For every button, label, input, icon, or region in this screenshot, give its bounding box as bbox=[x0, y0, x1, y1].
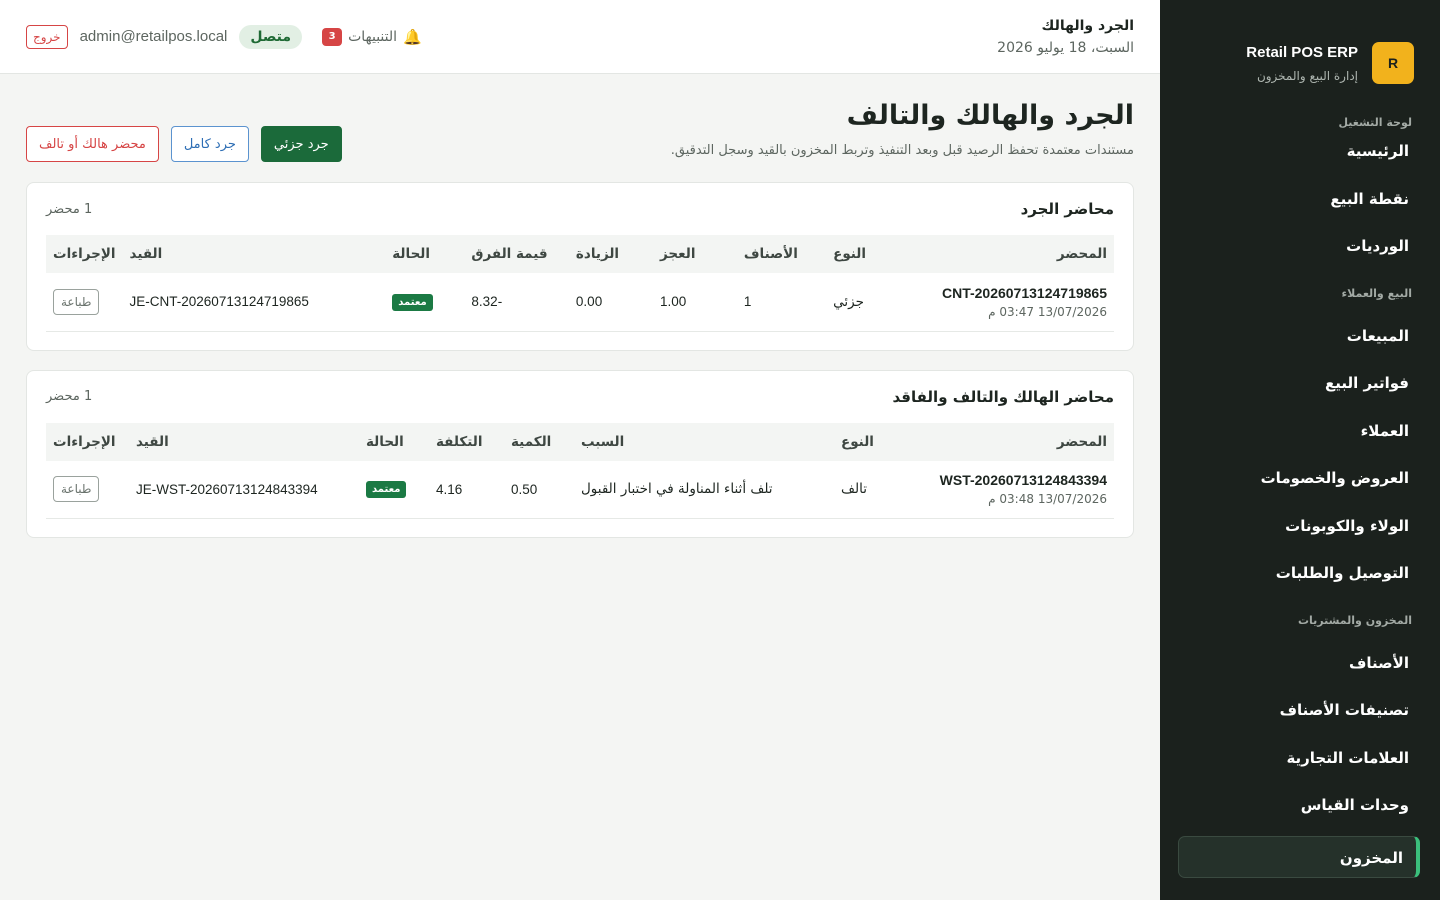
sidebar-item-delivery[interactable]: التوصيل والطلبات bbox=[1160, 550, 1440, 598]
stock-counts-table: المحضر النوع الأصناف العجز الزيادة قيمة … bbox=[46, 235, 1114, 332]
table-row: CNT-20260713124719865 13/07/2026 03:47 م… bbox=[46, 273, 1114, 332]
column-header: الإجراءات bbox=[53, 246, 116, 262]
record-cost: 4.16 bbox=[429, 460, 504, 519]
main-content: الجرد والهالك السبت، 18 يوليو 2026 🔔 الت… bbox=[0, 0, 1160, 900]
topbar-date: السبت، 18 يوليو 2026 bbox=[997, 39, 1134, 56]
waste-records-table: المحضر النوع السبب الكمية التكلفة الحالة… bbox=[46, 422, 1114, 519]
brand: R Retail POS ERP إدارة البيع والمخزون bbox=[1160, 0, 1440, 96]
record-reason: تلف أثناء المناولة في اختبار القبول bbox=[574, 460, 834, 519]
sidebar-item-shifts[interactable]: الورديات bbox=[1160, 223, 1440, 271]
print-button[interactable]: طباعة bbox=[53, 476, 100, 503]
column-header: التكلفة bbox=[436, 433, 483, 450]
column-header: الزيادة bbox=[575, 246, 620, 262]
column-header: القيد bbox=[136, 433, 169, 450]
column-header: السبب bbox=[581, 433, 625, 450]
column-header: النوع bbox=[841, 433, 874, 450]
notifications-label: التنبيهات bbox=[348, 28, 398, 45]
column-header: القيد bbox=[129, 246, 163, 262]
waste-report-button[interactable]: محضر هالك أو تالف bbox=[26, 126, 159, 162]
nav-section-title: لوحة التشغيل bbox=[1338, 116, 1412, 129]
record-count: 1 محضر bbox=[46, 389, 93, 404]
sidebar: R Retail POS ERP إدارة البيع والمخزون لو… bbox=[1160, 0, 1440, 900]
page-header: الجرد والهالك والتالف مستندات معتمدة تحف… bbox=[0, 74, 1160, 182]
sidebar-item-customers[interactable]: العملاء bbox=[1160, 408, 1440, 456]
record-type: جزئي bbox=[826, 273, 896, 332]
table-header-row: المحضر النوع الأصناف العجز الزيادة قيمة … bbox=[46, 235, 1114, 273]
column-header: المحضر bbox=[1056, 433, 1107, 450]
sidebar-item-loyalty[interactable]: الولاء والكوبونات bbox=[1160, 503, 1440, 551]
sidebar-item-inventory[interactable]: المخزون bbox=[1178, 835, 1420, 878]
bell-icon: 🔔 bbox=[403, 27, 422, 46]
record-ref: WST-20260713124843394 bbox=[939, 472, 1107, 489]
sidebar-item-home[interactable]: الرئيسية bbox=[1160, 128, 1440, 176]
brand-name: Retail POS ERP bbox=[1246, 43, 1358, 61]
record-ref: CNT-20260713124719865 bbox=[941, 284, 1107, 301]
page-description: مستندات معتمدة تحفظ الرصيد قبل وبعد التن… bbox=[670, 143, 1134, 158]
sidebar-item-sales[interactable]: المبيعات bbox=[1160, 313, 1440, 361]
status-badge: معتمد bbox=[366, 481, 407, 499]
brand-logo: R bbox=[1372, 42, 1414, 84]
partial-count-button[interactable]: جرد جزئي bbox=[260, 126, 342, 162]
connection-status-badge: متصل bbox=[239, 24, 303, 49]
journal-entry-ref: JE-WST-20260713124843394 bbox=[129, 460, 359, 519]
status-badge: معتمد bbox=[392, 293, 433, 311]
record-count: 1 محضر bbox=[46, 201, 93, 217]
column-header: النوع bbox=[833, 246, 867, 262]
column-header: قيمة الفرق bbox=[471, 246, 548, 262]
record-quantity: 0.50 bbox=[504, 460, 574, 519]
sidebar-item-pos[interactable]: نقطة البيع bbox=[1160, 176, 1440, 224]
record-date: 13/07/2026 03:47 م bbox=[988, 304, 1107, 319]
topbar: الجرد والهالك السبت، 18 يوليو 2026 🔔 الت… bbox=[0, 0, 1160, 74]
topbar-title: الجرد والهالك bbox=[1041, 17, 1134, 34]
card-title: محاضر الهالك والتالف والفاقد bbox=[892, 387, 1115, 406]
column-header: العجز bbox=[660, 246, 696, 262]
sidebar-item-units[interactable]: وحدات القياس bbox=[1160, 782, 1440, 830]
column-header: المحضر bbox=[1056, 246, 1107, 262]
journal-entry-ref: JE-CNT-20260713124719865 bbox=[122, 273, 386, 332]
record-items: 1 bbox=[736, 273, 827, 332]
notifications-button[interactable]: 🔔 التنبيهات 3 bbox=[322, 27, 422, 46]
table-header-row: المحضر النوع السبب الكمية التكلفة الحالة… bbox=[46, 422, 1114, 461]
record-type: تالف bbox=[834, 460, 894, 519]
record-shortage: 1.00 bbox=[653, 273, 737, 332]
sidebar-item-promotions[interactable]: العروض والخصومات bbox=[1160, 455, 1440, 503]
sidebar-item-categories[interactable]: تصنيفات الأصناف bbox=[1160, 687, 1440, 735]
nav-section-title: المخزون والمشتريات bbox=[1297, 613, 1412, 627]
page-title: الجرد والهالك والتالف bbox=[846, 100, 1134, 131]
column-header: الكمية bbox=[511, 433, 552, 450]
logout-button[interactable]: خروج bbox=[26, 24, 68, 49]
brand-subtitle: إدارة البيع والمخزون bbox=[1256, 68, 1358, 83]
notifications-count-badge: 3 bbox=[322, 27, 343, 46]
card-title: محاضر الجرد bbox=[1020, 200, 1114, 218]
waste-records-card: محاضر الهالك والتالف والفاقد 1 محضر المح… bbox=[26, 369, 1134, 538]
column-header: الحالة bbox=[366, 433, 404, 450]
column-header: الأصناف bbox=[743, 246, 798, 262]
record-surplus: 0.00 bbox=[568, 273, 653, 332]
print-button[interactable]: طباعة bbox=[53, 288, 100, 315]
sidebar-item-invoices[interactable]: فواتير البيع bbox=[1160, 360, 1440, 408]
record-date: 13/07/2026 03:48 م bbox=[988, 492, 1107, 507]
record-diff-value: -8.32 bbox=[464, 273, 569, 332]
user-email: admin@retailpos.local bbox=[79, 28, 228, 45]
stock-counts-card: محاضر الجرد 1 محضر المحضر النوع الأصناف … bbox=[26, 182, 1134, 351]
table-row: WST-20260713124843394 13/07/2026 03:48 م… bbox=[46, 460, 1114, 519]
sidebar-item-products[interactable]: الأصناف bbox=[1160, 640, 1440, 688]
column-header: الحالة bbox=[392, 246, 431, 262]
full-count-button[interactable]: جرد كامل bbox=[170, 126, 249, 162]
nav-section-title: البيع والعملاء bbox=[1341, 286, 1412, 300]
column-header: الإجراءات bbox=[53, 433, 116, 450]
sidebar-item-brands[interactable]: العلامات التجارية bbox=[1160, 735, 1440, 783]
